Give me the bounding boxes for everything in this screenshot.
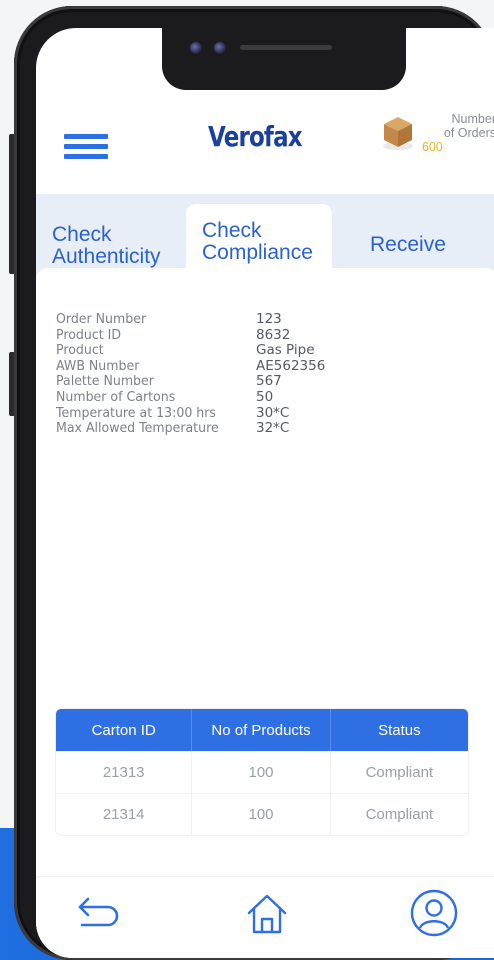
cell-carton-id: 21314 <box>102 806 145 823</box>
detail-row: Order Number 123 <box>56 311 325 328</box>
user-profile-icon[interactable] <box>408 887 460 939</box>
tab-label-line1: Check <box>52 223 112 246</box>
detail-row: Temperature at 13:00 hrs 30*C <box>56 404 325 422</box>
camera-lens <box>190 42 202 54</box>
detail-value: AE562356 <box>256 357 326 374</box>
back-arrow-icon[interactable] <box>70 887 122 939</box>
tab-label-line2: Authenticity <box>52 245 161 268</box>
camera-lens <box>214 42 226 54</box>
detail-row: Product ID 8632 <box>56 326 325 344</box>
cell-no-of-products: 100 <box>191 794 329 835</box>
table-row[interactable]: 21313 100 Compliant <box>56 751 468 793</box>
phone-notch <box>162 28 406 90</box>
tab-label-line1: Receive <box>370 233 446 256</box>
orders-counter: Number of Orders 600 <box>416 112 494 154</box>
detail-value: 123 <box>256 311 282 327</box>
brand-logo: Verofax <box>208 120 303 153</box>
phone-frame: Verofax Number of Orders 600 Check Authe… <box>14 6 494 960</box>
detail-label: Number of Cartons <box>56 388 176 405</box>
bottom-nav <box>36 876 494 958</box>
orders-label-1: Number <box>451 112 494 126</box>
cell-no-of-products: 100 <box>191 752 329 793</box>
detail-value: Gas Pipe <box>256 342 315 359</box>
detail-value: 567 <box>256 373 282 390</box>
detail-value: 8632 <box>256 326 291 343</box>
column-header-status: Status <box>329 709 468 751</box>
detail-row: Palette Number 567 <box>56 374 325 390</box>
column-header-carton-id: Carton ID <box>91 721 156 739</box>
detail-label: Temperature at 13:00 hrs <box>56 404 216 421</box>
detail-label: Palette Number <box>56 373 154 390</box>
table-header: Carton ID No of Products Status <box>56 709 468 751</box>
detail-row: Number of Cartons 50 <box>56 388 325 406</box>
carton-table: Carton ID No of Products Status 21313 10… <box>55 708 469 836</box>
detail-row: Product Gas Pipe <box>56 343 325 359</box>
tab-label-line1: Check <box>202 219 262 242</box>
logo-text: Verofax <box>208 120 303 153</box>
compliance-panel: Order Number 123 Product ID 8632 Product Ga… <box>36 268 494 878</box>
detail-label: Max Allowed Temperature <box>56 420 219 437</box>
phone-screen: Verofax Number of Orders 600 Check Authe… <box>36 28 494 958</box>
detail-label: Product ID <box>56 326 122 343</box>
hamburger-icon[interactable] <box>64 134 108 160</box>
detail-row: Max Allowed Temperature 32*C <box>56 421 325 437</box>
tab-receive[interactable]: Receive <box>370 234 446 256</box>
phone-speaker <box>240 45 332 50</box>
detail-label: Order Number <box>56 311 147 327</box>
detail-label: AWB Number <box>56 357 140 374</box>
detail-row: AWB Number AE562356 <box>56 357 326 375</box>
tab-label-line2: Compliance <box>202 241 313 264</box>
tab-check-authenticity[interactable]: Check Authenticity <box>52 224 192 268</box>
orders-count: 600 <box>422 140 443 154</box>
cell-status: Compliant <box>329 752 468 793</box>
home-icon[interactable] <box>241 887 293 939</box>
order-details: Order Number 123 Product ID 8632 Product Ga… <box>56 311 326 437</box>
cell-status: Compliant <box>329 794 468 835</box>
detail-value: 30*C <box>256 404 290 421</box>
orders-label-2: of Orders <box>443 126 494 140</box>
detail-value: 32*C <box>256 420 290 437</box>
detail-label: Product <box>56 342 104 359</box>
app-header: Verofax Number of Orders 600 <box>36 90 494 194</box>
cell-carton-id: 21313 <box>102 764 145 781</box>
table-row[interactable]: 21314 100 Compliant <box>56 793 468 835</box>
detail-value: 50 <box>256 388 274 405</box>
column-header-no-of-products: No of Products <box>191 709 329 751</box>
box-icon <box>383 117 413 150</box>
